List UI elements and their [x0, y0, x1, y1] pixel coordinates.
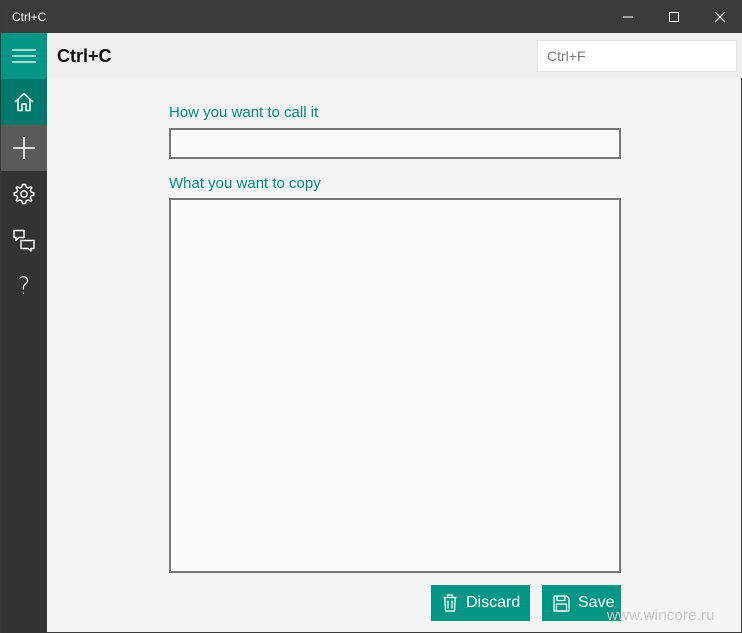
minimize-button[interactable] [605, 1, 651, 33]
title-bar[interactable]: Ctrl+C [1, 1, 742, 33]
close-button[interactable] [697, 1, 742, 33]
name-input[interactable] [169, 128, 621, 159]
app-window: Ctrl+C ? Ctrl+C Ctrl+F How you want to c… [0, 0, 742, 633]
copy-textarea[interactable] [169, 198, 621, 573]
gear-icon [13, 183, 35, 205]
plus-icon [13, 137, 35, 159]
nav-item-add[interactable] [1, 125, 47, 171]
window-title: Ctrl+C [12, 10, 47, 24]
floppy-disk-icon [553, 594, 570, 612]
nav-menu-button[interactable] [1, 33, 47, 79]
discard-button-label: Discard [466, 594, 521, 611]
side-nav: ? [1, 33, 47, 633]
minimize-icon [623, 16, 633, 18]
discard-button[interactable]: Discard [431, 585, 530, 621]
hamburger-icon [12, 49, 36, 63]
name-field-label: How you want to call it [169, 104, 319, 121]
copy-field-label: What you want to copy [169, 175, 321, 192]
search-input[interactable] [537, 40, 737, 72]
home-icon [14, 92, 34, 112]
app-header: Ctrl+C [47, 33, 742, 78]
nav-item-settings[interactable] [1, 171, 47, 217]
question-icon: ? [17, 272, 31, 300]
watermark-text: www.wincore.ru [607, 607, 715, 624]
trash-icon [442, 594, 458, 612]
maximize-button[interactable] [651, 1, 697, 33]
close-icon [714, 11, 726, 23]
nav-item-feedback[interactable] [1, 217, 47, 263]
nav-item-help[interactable]: ? [1, 263, 47, 309]
feedback-icon [13, 229, 35, 252]
app-title: Ctrl+C [57, 46, 112, 66]
nav-item-home[interactable] [1, 79, 47, 125]
maximize-icon [669, 12, 679, 22]
